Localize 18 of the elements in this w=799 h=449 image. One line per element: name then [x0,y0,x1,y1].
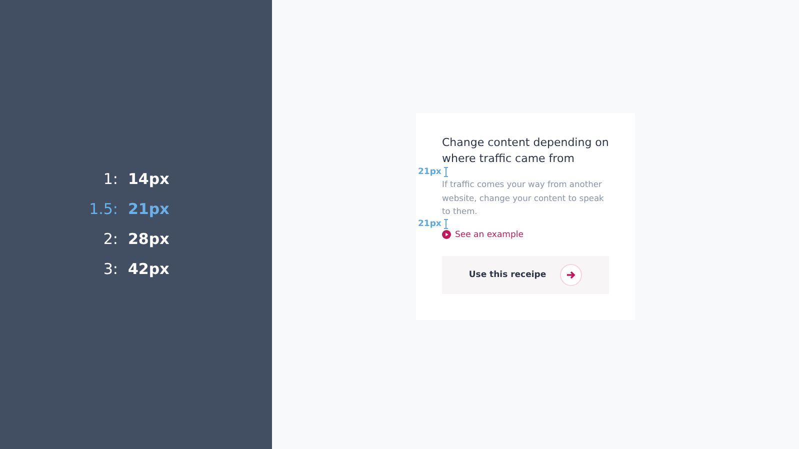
spacing-marker-icon [444,167,448,178]
scale-size: 14px [128,170,170,188]
example-link[interactable]: See an example [455,230,524,240]
spacing-annotation: 21px [418,167,442,178]
spacing-annotation: 21px [418,218,442,229]
recipe-description: If traffic comes your way from another website, change your content to speak to them. [442,178,605,218]
scale-multiplier: 1.5: [88,200,118,218]
spacing-marker-icon [444,218,448,229]
scale-multiplier: 3: [102,260,118,278]
play-icon [442,230,451,240]
recipe-title: Change content depending on where traffic came from [442,135,609,168]
scale-multiplier: 2: [102,230,118,248]
arrow-right-icon [560,264,582,286]
scale-size: 42px [128,260,170,278]
scale-size: 28px [128,230,170,248]
scale-size: 21px [128,200,170,218]
scale-multiplier: 1: [102,170,118,188]
use-recipe-button[interactable]: Use this receipe [442,256,609,294]
